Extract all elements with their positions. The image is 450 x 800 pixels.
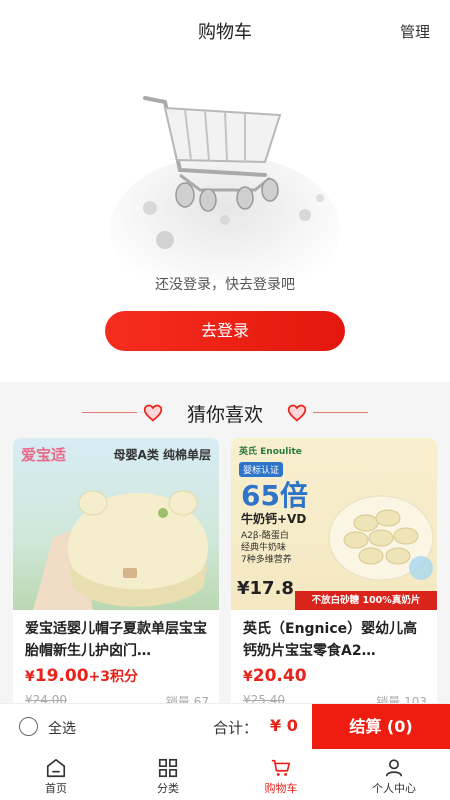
total-value: ¥ 0 [270,716,298,735]
tab-cart[interactable]: 购物车 [225,749,337,800]
product-card[interactable]: 爱宝适 母婴A类 纯棉单层 爱宝适婴儿帽子夏款单层宝宝胎帽新生儿护囟门… ¥19… [13,438,219,718]
product-tagline: 母婴A类 纯棉单层 [113,448,211,462]
checkout-button[interactable]: 结算 (0) [312,704,450,750]
cart-icon [271,759,291,776]
empty-cart-illustration [110,96,340,280]
feature-item: 经典牛奶味 [241,543,287,553]
product-headline: 65倍 [241,479,308,512]
total-label: 合计： [213,719,259,737]
product-name: 爱宝适婴儿帽子夏款单层宝宝胎帽新生儿护囟门… [25,621,207,659]
select-all-checkbox[interactable] [19,717,38,736]
feature-item: A2β-酪蛋白 [241,531,289,541]
tab-label: 购物车 [264,782,298,795]
tab-category[interactable]: 分类 [112,749,224,800]
user-icon [385,759,403,777]
login-prompt-text: 还没登录，快去登录吧 [155,277,295,293]
recommend-section-title: 猜你喜欢 [0,392,450,434]
tab-label: 个人中心 [372,782,416,795]
grid-icon [158,758,178,778]
feature-list: A2β-酪蛋白 经典牛奶味 7种多维营养 [241,530,292,566]
tab-home[interactable]: 首页 [0,749,112,800]
recommend-title: 猜你喜欢 [186,404,263,426]
settle-bar: 全选 合计： ¥ 0 结算 (0) [0,703,450,750]
manage-button[interactable]: 管理 [400,21,430,42]
product-card[interactable]: 英氏 Enoulite 婴标认证 65倍 牛奶钙+VD A2β-酪蛋白 经典牛奶… [231,438,437,718]
product-price: ¥20.40 [243,666,307,686]
select-all-label[interactable]: 全选 [48,718,76,738]
tab-label: 首页 [45,782,67,795]
brand-logo: 爱宝适 [21,446,67,464]
baby-hat-illustration [33,490,208,610]
divider-line [313,412,368,413]
login-button[interactable]: 去登录 [105,311,345,351]
price-tag: ¥17.8 [237,578,294,599]
promo-strip: 不放白砂糖 100%真奶片 [295,591,437,610]
bottom-tab-bar: 首页 分类 购物车 个人中心 [0,749,450,800]
product-image: 爱宝适 母婴A类 纯棉单层 [13,438,219,610]
product-image: 英氏 Enoulite 婴标认证 65倍 牛奶钙+VD A2β-酪蛋白 经典牛奶… [231,438,437,610]
product-sub: 牛奶钙+VD [241,512,307,526]
tab-label: 分类 [157,782,179,795]
page-title: 购物车 [198,22,252,43]
tab-profile[interactable]: 个人中心 [338,749,450,800]
milk-tablets-illustration [328,495,434,581]
empty-cart-section: 还没登录，快去登录吧 去登录 [0,62,450,382]
product-name: 英氏（Engnice）婴幼儿高钙奶片宝宝零食A2… [243,621,418,659]
heart-icon [287,404,307,422]
brand-logo: 英氏 Enoulite [239,447,302,457]
product-price: ¥19.00+3积分 [25,666,139,686]
feature-item: 7种多维营养 [241,555,292,565]
header: 购物车 管理 [0,0,450,62]
home-icon [46,758,66,778]
